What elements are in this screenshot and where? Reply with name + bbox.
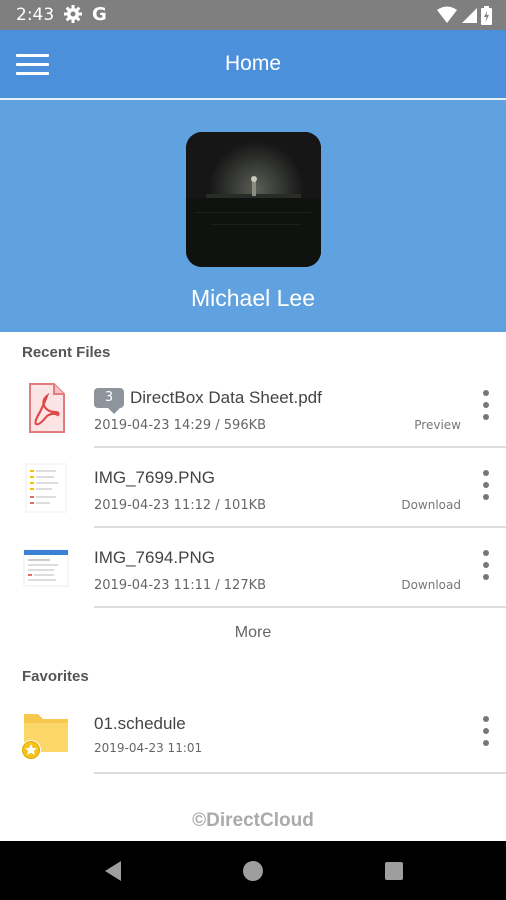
status-icons: [437, 5, 492, 25]
download-link[interactable]: Download: [401, 498, 461, 512]
more-options-icon[interactable]: [476, 386, 496, 424]
cell-signal-icon: [462, 8, 477, 23]
row-divider: [94, 606, 506, 608]
list-item-file[interactable]: IMG_7694.PNG 2019-04-23 11:11 / 127KB Do…: [0, 528, 506, 608]
download-link[interactable]: Download: [401, 578, 461, 592]
list-item-file[interactable]: IMG_7699.PNG 2019-04-23 11:12 / 101KB Do…: [0, 448, 506, 528]
comment-count-badge: 3: [94, 388, 124, 414]
more-options-icon[interactable]: [476, 712, 496, 750]
favorites-heading: Favorites: [22, 668, 89, 685]
file-name: IMG_7694.PNG: [94, 548, 215, 567]
starred-folder-icon: [21, 714, 68, 760]
row-divider: [94, 772, 506, 774]
list-item-favorite[interactable]: 01.schedule 2019-04-23 11:01: [0, 694, 506, 774]
profile-header: Michael Lee: [0, 100, 506, 332]
recents-icon[interactable]: [382, 859, 406, 883]
folder-meta: 2019-04-23 11:01: [94, 741, 203, 755]
image-thumbnail: [23, 549, 69, 587]
app-bar: Home: [0, 30, 506, 98]
avatar-photo: [186, 132, 321, 267]
list-item-file[interactable]: 3 DirectBox Data Sheet.pdf 2019-04-23 14:…: [0, 368, 506, 448]
avatar[interactable]: [186, 132, 321, 267]
more-options-icon[interactable]: [476, 546, 496, 584]
folder-name: 01.schedule: [94, 714, 186, 733]
battery-icon: [481, 5, 492, 25]
file-name-text: DirectBox Data Sheet.pdf: [130, 388, 322, 407]
status-bar: 2:43 G: [0, 0, 506, 30]
google-g-icon: G: [92, 4, 107, 25]
more-button[interactable]: More: [0, 624, 506, 642]
page-title: Home: [224, 52, 282, 75]
status-time: 2:43: [16, 5, 55, 25]
home-icon[interactable]: [241, 859, 265, 883]
back-icon[interactable]: [101, 859, 125, 883]
profile-name: Michael Lee: [190, 285, 316, 311]
more-options-icon[interactable]: [476, 466, 496, 504]
wifi-icon: [437, 6, 457, 23]
pdf-icon: [29, 383, 65, 433]
settings-gear-icon: [64, 5, 82, 23]
file-name: IMG_7699.PNG: [94, 468, 215, 487]
footer-copyright: ©DirectCloud: [192, 810, 314, 831]
preview-link[interactable]: Preview: [414, 418, 461, 432]
image-thumbnail: [25, 463, 67, 513]
file-meta: 2019-04-23 14:29 / 596KB: [94, 418, 267, 433]
file-meta: 2019-04-23 11:11 / 127KB: [94, 578, 267, 593]
recent-files-heading: Recent Files: [22, 344, 111, 361]
file-name: 3 DirectBox Data Sheet.pdf: [94, 388, 322, 414]
system-nav-bar: [0, 841, 506, 900]
file-meta: 2019-04-23 11:12 / 101KB: [94, 498, 267, 513]
